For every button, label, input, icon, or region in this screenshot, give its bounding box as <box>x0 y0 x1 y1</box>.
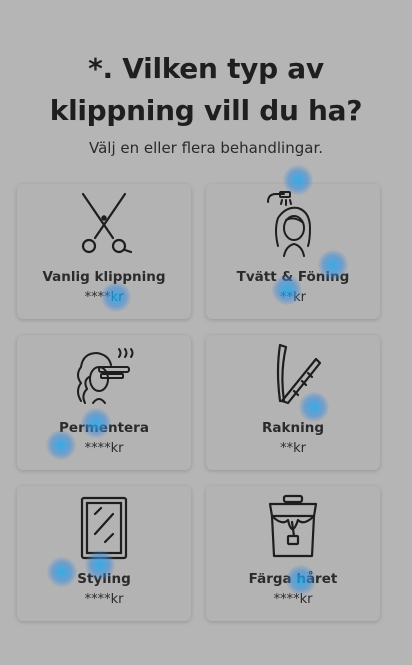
service-label: Rakning <box>262 420 324 436</box>
service-label: Färga håret <box>248 571 338 587</box>
service-selection-page: *. Vilken typ av klippning vill du ha? V… <box>0 0 412 665</box>
service-price: **kr <box>280 290 306 305</box>
page-title-line-1: *. Vilken typ av <box>88 52 324 85</box>
service-label: Tvätt & Föning <box>236 269 350 285</box>
page-subtitle: Välj en eller flera behandlingar. <box>88 139 324 157</box>
service-price: ****kr <box>273 592 313 607</box>
service-card-tvatt-foning[interactable]: Tvätt & Föning **kr <box>206 184 380 319</box>
service-card-vanlig-klippning[interactable]: Vanlig klippning ****kr <box>17 184 191 319</box>
razor-icon <box>276 343 322 405</box>
service-label: Vanlig klippning <box>42 269 166 285</box>
service-label: Styling <box>77 571 131 587</box>
service-label: Permentera <box>59 420 149 436</box>
perm-curling-iron-icon <box>77 348 134 404</box>
service-price: ****kr <box>84 592 124 607</box>
scissors-icon <box>81 192 133 254</box>
service-card-farga-haret[interactable]: Färga håret ****kr <box>206 486 380 621</box>
service-card-styling[interactable]: Styling ****kr <box>17 486 191 621</box>
mirror-icon <box>80 496 128 560</box>
page-title-line-2: klippning vill du ha? <box>49 94 363 127</box>
service-price: **kr <box>280 441 306 456</box>
service-card-permentera[interactable]: Permentera ****kr <box>17 335 191 470</box>
hair-wash-icon <box>267 191 312 257</box>
service-price: ****kr <box>84 290 124 305</box>
paint-bucket-icon <box>268 494 318 558</box>
service-card-rakning[interactable]: Rakning **kr <box>206 335 380 470</box>
page-title: *. Vilken typ av klippning vill du ha? <box>0 48 412 132</box>
service-price: ****kr <box>84 441 124 456</box>
